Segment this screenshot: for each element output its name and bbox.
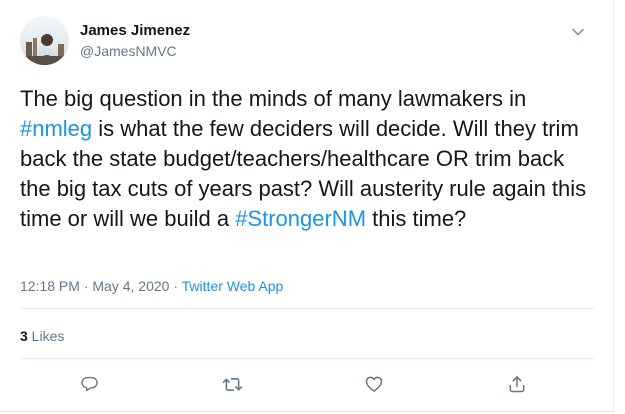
likes-stat[interactable]: 3 Likes: [20, 327, 64, 345]
tweet-meta: 12:18 PM · May 4, 2020 · Twitter Web App: [20, 277, 283, 295]
tweet-text-segment: The big question in the minds of many la…: [20, 86, 527, 111]
reply-icon: [80, 376, 98, 391]
tweet-source-link[interactable]: Twitter Web App: [182, 278, 284, 294]
tweet-menu-button[interactable]: [568, 22, 588, 42]
avatar-photo: [20, 16, 69, 65]
meta-separator: ·: [169, 278, 182, 294]
share-button[interactable]: [505, 372, 529, 396]
like-button[interactable]: [362, 372, 386, 396]
hashtag-link[interactable]: #nmleg: [20, 116, 92, 141]
hashtag-link[interactable]: #StrongerNM: [235, 206, 366, 231]
tweet-text-segment: this time?: [366, 206, 467, 231]
share-icon: [509, 376, 525, 393]
retweet-button[interactable]: [220, 372, 244, 396]
retweet-icon: [222, 377, 242, 391]
meta-separator: ·: [79, 278, 93, 294]
avatar[interactable]: [20, 16, 69, 65]
tweet-time[interactable]: 12:18 PM: [20, 278, 80, 294]
author-display-name[interactable]: James Jimenez: [80, 21, 190, 41]
divider: [20, 308, 594, 309]
likes-count: 3: [20, 328, 28, 344]
tweet-date[interactable]: May 4, 2020: [92, 278, 169, 294]
likes-label: Likes: [27, 328, 65, 344]
tweet-text: The big question in the minds of many la…: [20, 84, 600, 234]
tweet-card: James Jimenez @JamesNMVC The big questio…: [0, 0, 614, 412]
author-handle[interactable]: @JamesNMVC: [80, 41, 177, 61]
chevron-down-icon: [572, 28, 584, 36]
divider: [20, 358, 594, 359]
reply-button[interactable]: [77, 372, 101, 396]
heart-icon: [365, 376, 383, 392]
